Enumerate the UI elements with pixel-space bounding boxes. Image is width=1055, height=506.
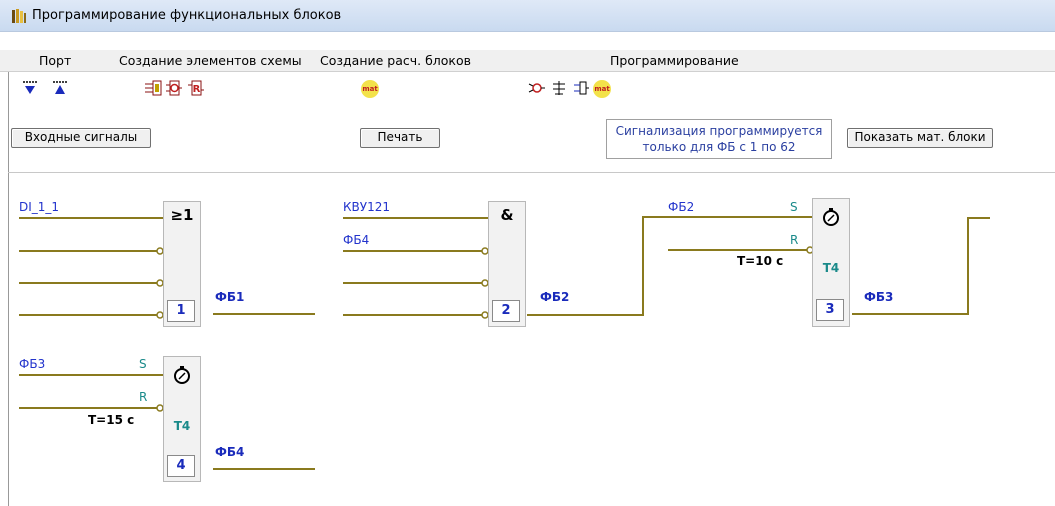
- block-3-s-pin: S: [790, 200, 798, 214]
- block-2-output-label: ФБ2: [540, 290, 570, 304]
- block-2-number: 2: [492, 300, 520, 322]
- block-4-s-pin: S: [139, 357, 147, 371]
- function-block-3[interactable]: T4 3: [812, 198, 850, 327]
- block-4-number: 4: [167, 455, 195, 477]
- block-4-type: T4: [173, 419, 191, 433]
- block-3-type: T4: [822, 261, 840, 275]
- block-4-time: T=15 с: [88, 413, 135, 427]
- function-block-4[interactable]: T4 4: [163, 356, 201, 482]
- block-3-output-label: ФБ3: [864, 290, 894, 304]
- block-1-number: 1: [167, 300, 195, 322]
- block-3-r-pin: R: [790, 233, 799, 247]
- timer-icon: [174, 366, 190, 384]
- block-4-output-label: ФБ4: [215, 445, 245, 459]
- timer-icon: [823, 208, 839, 226]
- block-1-input-1-label[interactable]: DI_1_1: [19, 200, 59, 214]
- block-3-s-input-label[interactable]: ФБ2: [668, 200, 694, 214]
- block-1-operator: ≥1: [170, 206, 194, 224]
- block-2-operator: &: [500, 206, 514, 224]
- function-block-1[interactable]: ≥1 1: [163, 201, 201, 327]
- schematic-wires: [19, 216, 990, 470]
- block-2-input-2-label[interactable]: ФБ4: [343, 233, 369, 247]
- block-4-s-input-label[interactable]: ФБ3: [19, 357, 45, 371]
- block-4-r-pin: R: [139, 390, 148, 404]
- block-3-number: 3: [816, 299, 844, 321]
- block-2-input-1-label[interactable]: КВУ121: [343, 200, 390, 214]
- block-1-output-label: ФБ1: [215, 290, 245, 304]
- function-block-2[interactable]: & 2: [488, 201, 526, 327]
- block-3-time: T=10 с: [737, 254, 784, 268]
